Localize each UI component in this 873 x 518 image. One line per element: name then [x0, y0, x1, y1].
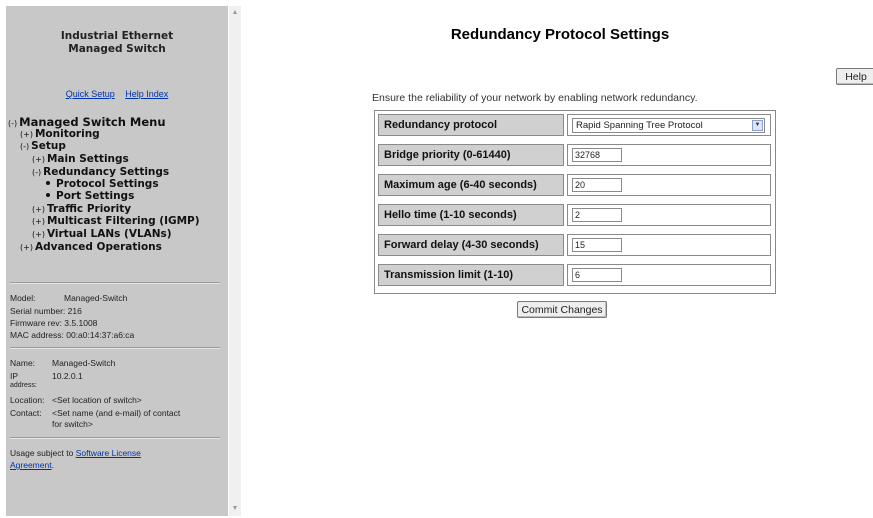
- bullet-icon: [46, 193, 50, 197]
- row-value-cell: Rapid Spanning Tree Protocol ▼: [567, 114, 771, 136]
- name-label: Name:: [10, 358, 36, 368]
- intro-text: Ensure the reliability of your network b…: [372, 92, 698, 104]
- tree-item-label: Setup: [31, 140, 66, 152]
- expand-icon[interactable]: (+): [32, 230, 45, 239]
- tree-item-main-settings[interactable]: (+) Main Settings: [32, 153, 129, 165]
- license-line: Usage subject to Software License: [10, 448, 141, 458]
- tree-item-redundancy-settings[interactable]: (-) Redundancy Settings: [32, 166, 169, 178]
- tree-item-label: Port Settings: [56, 190, 135, 202]
- device-contact: Contact: <Set name (and e-mail) of contac…: [10, 408, 180, 418]
- ip-label-2: address:: [10, 382, 37, 389]
- help-index-link[interactable]: Help Index: [125, 89, 168, 99]
- collapse-icon[interactable]: (-): [20, 142, 29, 151]
- redundancy-protocol-select[interactable]: Rapid Spanning Tree Protocol ▼: [572, 118, 765, 133]
- model-label: Model:: [10, 293, 36, 303]
- bullet-icon: [46, 181, 50, 185]
- brand-line-1: Industrial Ethernet: [60, 30, 174, 42]
- tree-item-label: Multicast Filtering (IGMP): [46, 215, 200, 227]
- tree-item-label: Main Settings: [46, 153, 129, 165]
- sidebar-scrollbar[interactable]: ▲ ▼: [229, 6, 241, 516]
- quick-setup-link[interactable]: Quick Setup: [66, 89, 115, 99]
- license-line-2: Agreement.: [10, 460, 54, 470]
- expand-icon[interactable]: (+): [20, 243, 33, 252]
- firmware-rev: Firmware rev: 3.5.1008: [10, 318, 98, 328]
- brand-line-2: Managed Switch: [68, 43, 166, 55]
- location-label: Location:: [10, 395, 45, 405]
- contact-value: <Set name (and e-mail) of contact: [52, 408, 181, 418]
- expand-icon[interactable]: (+): [32, 205, 45, 214]
- row-label-transmission-limit: Transmission limit (1-10): [378, 264, 564, 286]
- bridge-priority-input[interactable]: [572, 148, 622, 162]
- row-value-cell: [567, 234, 771, 256]
- name-value: Managed-Switch: [52, 358, 116, 368]
- license-suffix: .: [51, 460, 54, 470]
- maximum-age-input[interactable]: [572, 178, 622, 192]
- mac-address: MAC address: 00:a0:14:37:a6:ca: [10, 330, 135, 340]
- contact-value-2: for switch>: [52, 419, 93, 429]
- scroll-down-icon[interactable]: ▼: [230, 504, 240, 514]
- hello-time-input[interactable]: [572, 208, 622, 222]
- divider: [10, 282, 220, 284]
- divider: [10, 347, 220, 349]
- tree-item-port-settings[interactable]: Port Settings: [46, 190, 134, 202]
- row-value-cell: [567, 204, 771, 226]
- device-location: Location: <Set location of switch>: [10, 395, 142, 405]
- contact-label: Contact:: [10, 408, 42, 418]
- tree-item-label: Traffic Priority: [46, 203, 132, 215]
- tree-item-advanced-operations[interactable]: (+) Advanced Operations: [20, 241, 162, 253]
- forward-delay-input[interactable]: [572, 238, 622, 252]
- tree-item-label: Managed Switch Menu: [19, 115, 166, 129]
- location-value: <Set location of switch>: [52, 395, 142, 405]
- row-value-cell: [567, 264, 771, 286]
- ip-label: IP: [10, 371, 19, 381]
- row-label-bridge-priority: Bridge priority (0-61440): [378, 144, 564, 166]
- tree-item-traffic-priority[interactable]: (+) Traffic Priority: [32, 203, 131, 215]
- model-info: Model: Managed-Switch: [10, 293, 127, 303]
- tree-item-protocol-settings[interactable]: Protocol Settings: [46, 178, 159, 190]
- tree-item-multicast-filtering[interactable]: (+) Multicast Filtering (IGMP): [32, 215, 200, 227]
- software-license-link[interactable]: Software License: [76, 448, 141, 458]
- ip-value: 10.2.0.1: [52, 371, 83, 381]
- tree-item-virtual-lans[interactable]: (+) Virtual LANs (VLANs): [32, 228, 172, 240]
- expand-icon[interactable]: (+): [32, 155, 45, 164]
- settings-table: Redundancy protocol Rapid Spanning Tree …: [374, 110, 776, 294]
- scroll-up-icon[interactable]: ▲: [230, 8, 240, 18]
- device-ip: IP 10.2.0.1: [10, 371, 83, 381]
- row-label-redundancy-protocol: Redundancy protocol: [378, 114, 564, 136]
- tree-item-monitoring[interactable]: (+) Monitoring: [20, 128, 100, 140]
- row-label-forward-delay: Forward delay (4-30 seconds): [378, 234, 564, 256]
- tree-item-label: Monitoring: [34, 128, 100, 140]
- select-value: Rapid Spanning Tree Protocol: [576, 120, 703, 131]
- chevron-down-icon[interactable]: ▼: [752, 120, 763, 131]
- page-title: Redundancy Protocol Settings: [450, 26, 670, 43]
- row-value-cell: [567, 174, 771, 196]
- divider: [10, 437, 220, 439]
- sidebar-links: Quick Setup Help Index: [6, 89, 228, 99]
- help-button[interactable]: Help: [836, 68, 873, 85]
- license-prefix: Usage subject to: [10, 448, 76, 458]
- transmission-limit-input[interactable]: [572, 268, 622, 282]
- tree-item-label: Virtual LANs (VLANs): [46, 228, 172, 240]
- expand-icon[interactable]: (+): [20, 130, 33, 139]
- tree-item-managed-switch-menu[interactable]: (-) Managed Switch Menu: [8, 115, 166, 129]
- collapse-icon[interactable]: (-): [8, 119, 17, 128]
- agreement-link[interactable]: Agreement: [10, 460, 52, 470]
- tree-item-label: Redundancy Settings: [43, 166, 170, 178]
- row-value-cell: [567, 144, 771, 166]
- sidebar: Industrial Ethernet Managed Switch Quick…: [6, 6, 228, 516]
- tree-item-label: Protocol Settings: [56, 178, 159, 190]
- serial-number: Serial number: 216: [10, 306, 82, 316]
- row-label-maximum-age: Maximum age (6-40 seconds): [378, 174, 564, 196]
- model-value: Managed-Switch: [64, 293, 128, 303]
- tree-item-setup[interactable]: (-) Setup: [20, 140, 66, 152]
- device-name: Name: Managed-Switch: [10, 358, 115, 368]
- tree-item-label: Advanced Operations: [34, 241, 162, 253]
- row-label-hello-time: Hello time (1-10 seconds): [378, 204, 564, 226]
- expand-icon[interactable]: (+): [32, 217, 45, 226]
- collapse-icon[interactable]: (-): [32, 168, 41, 177]
- commit-changes-button[interactable]: Commit Changes: [517, 301, 607, 318]
